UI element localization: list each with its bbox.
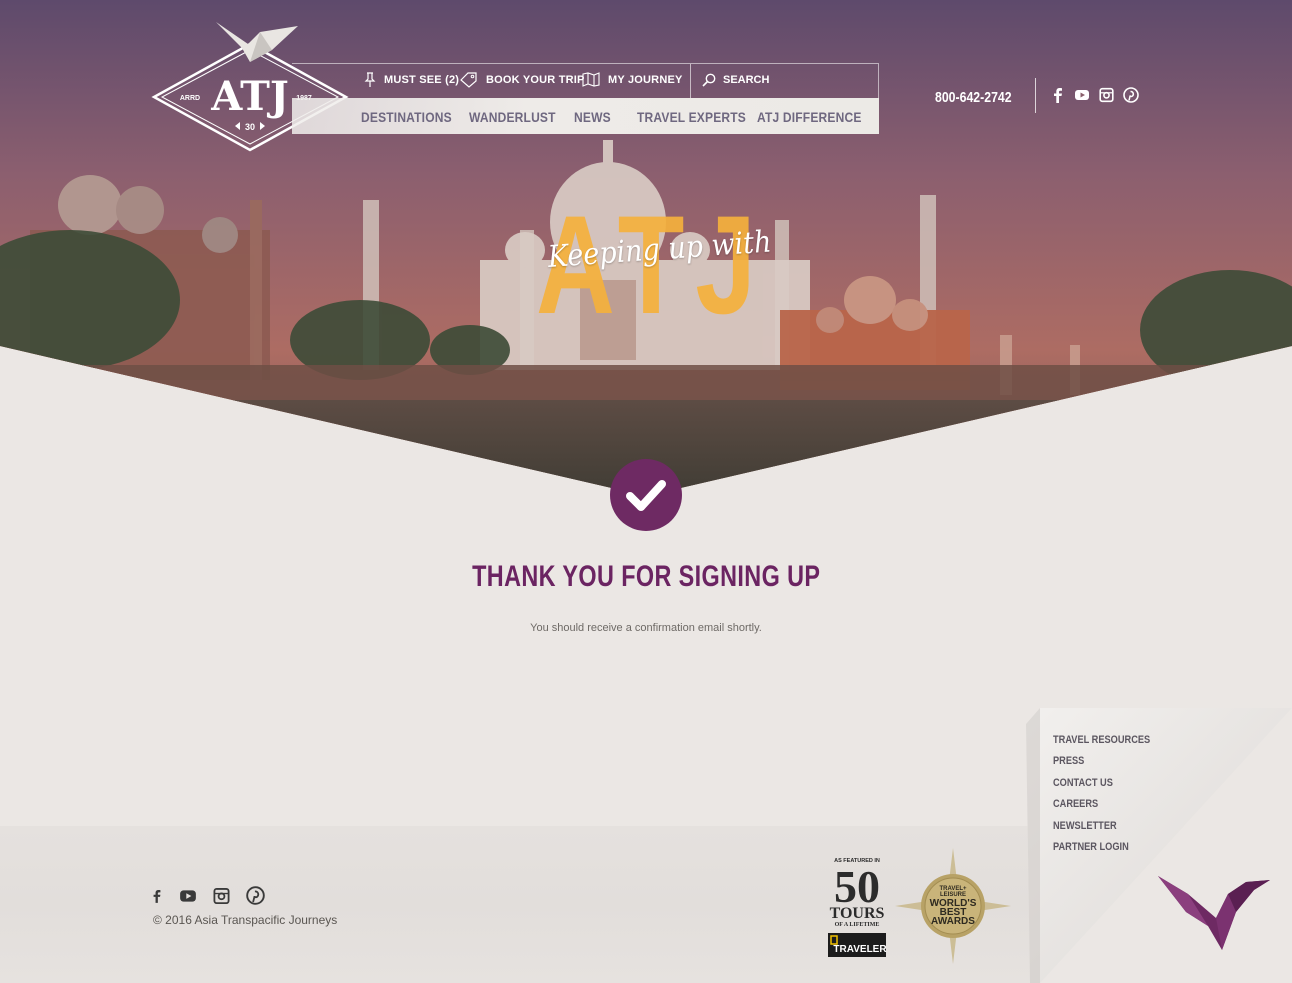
copyright-text: © 2016 Asia Transpacific Journeys [153,913,338,927]
header-social-links [1051,87,1139,108]
my-journey-link[interactable]: MY JOURNEY [582,72,683,87]
search-icon [702,73,716,87]
instagram-icon[interactable] [1099,87,1114,108]
svg-text:30: 30 [245,122,255,132]
travel-leisure-badge[interactable]: TRAVEL+ LEISURE WORLD'S BEST AWARDS [895,848,1011,964]
main-navigation: MUST SEE (2) BOOK YOUR TRIP MY JOURNEY D… [292,63,879,134]
success-check [610,459,682,531]
utility-nav: MUST SEE (2) BOOK YOUR TRIP MY JOURNEY [292,63,879,99]
facebook-icon[interactable] [151,887,163,910]
must-see-label: MUST SEE (2) [384,74,460,86]
footer-link-careers[interactable]: CAREERS [1053,797,1150,812]
checkmark-icon [626,480,666,511]
pinterest-icon[interactable] [1123,87,1139,108]
footer-link-travel-resources[interactable]: TRAVEL RESOURCES [1053,733,1150,748]
nav-news[interactable]: NEWS [574,109,611,125]
footer-link-contact-us[interactable]: CONTACT US [1053,776,1150,791]
footer-social-links [151,886,265,910]
header-divider [1035,78,1036,113]
nav-wanderlust[interactable]: WANDERLUST [469,109,556,125]
must-see-link[interactable]: MUST SEE (2) [364,72,459,88]
youtube-icon[interactable] [1074,87,1090,108]
origami-crane-icon [1158,876,1270,950]
search-divider [690,64,691,99]
pin-icon [364,72,376,87]
footer-link-partner-login[interactable]: PARTNER LOGIN [1053,840,1150,855]
nav-destinations[interactable]: DESTINATIONS [361,109,452,125]
svg-text:ARRD: ARRD [180,95,200,102]
svg-text:OF A LIFETIME: OF A LIFETIME [835,922,880,928]
nav-travel-experts[interactable]: TRAVEL EXPERTS [637,109,746,125]
footer-links: TRAVEL RESOURCES PRESS CONTACT US CAREER… [1053,733,1169,855]
book-trip-link[interactable]: BOOK YOUR TRIP [460,72,585,88]
youtube-icon[interactable] [179,887,197,910]
svg-text:TOURS: TOURS [830,905,885,922]
footer-link-newsletter[interactable]: NEWSLETTER [1053,819,1150,834]
instagram-icon[interactable] [213,887,230,910]
confirmation-subtitle: You should receive a confirmation email … [530,622,762,634]
footer-link-press[interactable]: PRESS [1053,754,1150,769]
svg-text:ATJ: ATJ [210,73,289,120]
nav-atj-difference[interactable]: ATJ DIFFERENCE [757,109,862,125]
book-trip-label: BOOK YOUR TRIP [486,74,585,86]
fifty-tours-badge[interactable]: AS FEATURED IN 50 TOURS OF A LIFETIME TR… [826,856,888,958]
facebook-icon[interactable] [1051,87,1065,108]
confirmation-title: THANK YOU FOR SIGNING UP [0,560,1292,594]
confirmation-title-text: THANK YOU FOR SIGNING UP [471,560,821,593]
my-journey-label: MY JOURNEY [608,73,683,86]
phone-number[interactable]: 800-642-2742 [935,89,1012,106]
svg-text:AWARDS: AWARDS [931,916,975,927]
search-field[interactable] [702,73,863,87]
search-input[interactable] [723,74,863,86]
pinterest-icon[interactable] [246,886,265,910]
tag-icon [460,72,477,88]
svg-text:TRAVELER: TRAVELER [833,944,887,955]
map-icon [582,72,600,87]
